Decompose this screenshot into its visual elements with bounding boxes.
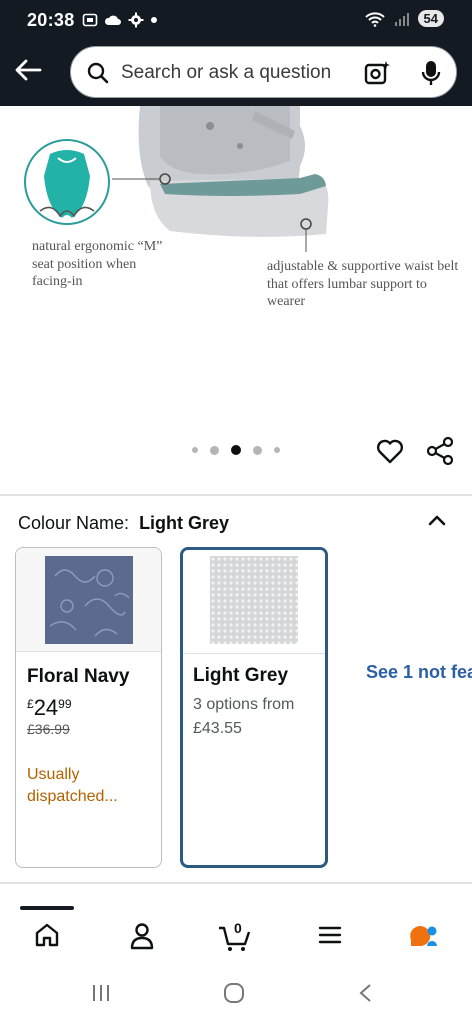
gear-notification-icon bbox=[128, 12, 144, 28]
carousel-dots[interactable] bbox=[192, 445, 280, 455]
home-icon bbox=[35, 923, 59, 947]
microphone-icon[interactable] bbox=[420, 59, 442, 87]
wishlist-button[interactable] bbox=[375, 436, 405, 466]
option-price: £ 24 99 bbox=[27, 695, 72, 721]
search-bar[interactable] bbox=[70, 46, 457, 98]
notification-dot-icon bbox=[151, 17, 157, 23]
recent-apps-icon[interactable] bbox=[90, 982, 112, 1004]
nav-account[interactable] bbox=[122, 922, 162, 956]
hamburger-menu-icon bbox=[318, 926, 342, 944]
bottom-navigation: 0 bbox=[0, 910, 472, 964]
colour-name-heading: Colour Name: Light Grey bbox=[18, 513, 229, 534]
back-button[interactable] bbox=[12, 56, 44, 84]
wifi-icon bbox=[364, 11, 385, 27]
product-image-carousel[interactable]: natural ergonomic “M” seat position when… bbox=[0, 106, 472, 490]
chevron-up-icon bbox=[428, 515, 446, 526]
colour-option-light-grey[interactable]: Light Grey 3 options from £43.55 bbox=[180, 547, 328, 868]
carousel-dot[interactable] bbox=[192, 447, 198, 453]
carousel-dot-active[interactable] bbox=[231, 445, 241, 455]
camera-search-icon[interactable] bbox=[363, 59, 391, 87]
colour-label-text: Colour Name: bbox=[18, 513, 130, 533]
section-divider bbox=[0, 494, 472, 496]
signal-icon bbox=[394, 12, 409, 26]
back-arrow-icon bbox=[15, 59, 42, 81]
carousel-dot[interactable] bbox=[274, 447, 280, 453]
heart-icon bbox=[376, 439, 404, 464]
caption-seat-position: natural ergonomic “M” seat position when… bbox=[32, 239, 163, 289]
caption-waist-belt: adjustable & supportive waist belt that … bbox=[267, 259, 459, 309]
colour-option-floral-navy[interactable]: Floral Navy £ 24 99 £36.99 Usually dispa… bbox=[15, 547, 162, 868]
floral-navy-swatch-image bbox=[45, 556, 133, 644]
screenshot-icon bbox=[82, 13, 98, 27]
colour-selected-value: Light Grey bbox=[139, 513, 230, 533]
notification-icons bbox=[82, 12, 158, 28]
status-right: 54 bbox=[364, 10, 444, 27]
person-icon bbox=[130, 923, 154, 950]
carousel-dot[interactable] bbox=[253, 445, 262, 455]
app-header: 20:38 54 bbox=[0, 0, 472, 106]
search-icon bbox=[87, 62, 109, 84]
availability-text: Usually dispatched... bbox=[27, 766, 118, 805]
nav-home[interactable] bbox=[27, 922, 67, 956]
battery-level: 54 bbox=[417, 10, 444, 27]
cart-count-badge: 0 bbox=[234, 920, 242, 936]
price-currency: £ bbox=[27, 697, 34, 711]
share-icon bbox=[426, 436, 454, 466]
nav-cart[interactable]: 0 bbox=[215, 920, 255, 956]
price-fraction: 99 bbox=[58, 697, 72, 711]
option-name: Floral Navy bbox=[27, 666, 130, 687]
collapse-colour-button[interactable] bbox=[425, 510, 449, 530]
price-whole: 24 bbox=[33, 695, 59, 720]
carousel-dot[interactable] bbox=[210, 445, 219, 455]
system-navigation-bar bbox=[0, 964, 472, 1024]
system-back-icon[interactable] bbox=[355, 982, 377, 1004]
search-input[interactable] bbox=[121, 59, 341, 87]
share-button[interactable] bbox=[424, 435, 456, 467]
option-name: Light Grey bbox=[193, 665, 289, 686]
home-circle-icon[interactable] bbox=[222, 981, 246, 1005]
nav-menu[interactable] bbox=[310, 922, 350, 956]
status-bar: 20:38 54 bbox=[0, 0, 472, 42]
swatch-image-wrapper bbox=[16, 548, 161, 652]
rufus-assistant-icon bbox=[410, 926, 437, 946]
status-time: 20:38 bbox=[27, 10, 75, 30]
see-unavailable-options-link[interactable]: See 1 not featured or unavailable option… bbox=[366, 660, 472, 685]
section-divider bbox=[0, 882, 472, 884]
cloud-icon bbox=[104, 15, 121, 25]
options-from-text: 3 options from £43.55 bbox=[193, 696, 295, 737]
swatch-image-wrapper bbox=[183, 550, 325, 654]
light-grey-swatch-image bbox=[210, 556, 298, 644]
was-price: £36.99 bbox=[27, 721, 70, 737]
nav-rufus-assistant[interactable] bbox=[404, 922, 444, 956]
